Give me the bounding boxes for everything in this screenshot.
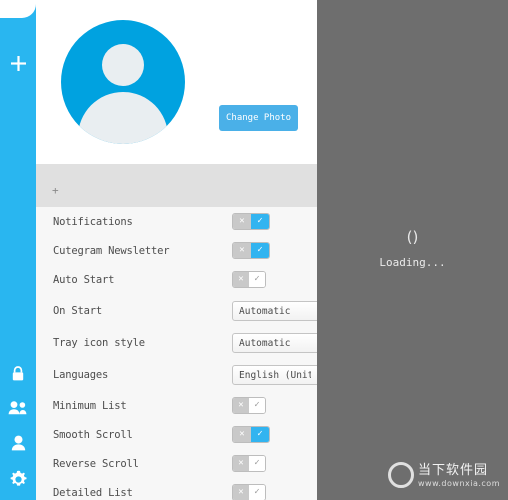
toggle-off-half: ✕ — [233, 214, 251, 229]
loading-spinner: () — [406, 228, 419, 246]
dropdown-value: English (Unit··· — [239, 370, 311, 381]
rail-corner-notch — [0, 0, 36, 18]
contacts-icon[interactable] — [0, 390, 36, 424]
toggle-off-half: ✕ — [233, 456, 249, 471]
detailed-list-toggle[interactable]: ✕ ✓ — [232, 484, 266, 500]
avatar-head — [102, 44, 144, 86]
toggle-off-half: ✕ — [233, 243, 251, 258]
watermark-logo-icon — [387, 462, 414, 488]
watermark-text: 当下软件园 www.downxia.com — [417, 462, 500, 488]
setting-label: Reverse Scroll — [53, 457, 139, 470]
toggle-off-half: ✕ — [233, 427, 251, 442]
notifications-toggle[interactable]: ✕ ✓ — [232, 213, 270, 230]
setting-row: Languages English (Unit··· — [36, 359, 317, 391]
toggle-off-half: ✕ — [233, 272, 249, 287]
setting-row: Tray icon style Automatic — [36, 327, 317, 359]
toggle-on-half: ✓ — [249, 485, 265, 500]
toggle-on-half: ✓ — [251, 243, 269, 258]
toggle-on-half: ✓ — [249, 398, 265, 413]
setting-label: Auto Start — [53, 273, 115, 286]
setting-label: On Start — [53, 304, 102, 317]
toggle-off-half: ✕ — [233, 485, 249, 500]
watermark-url: www.downxia.com — [417, 478, 500, 488]
change-photo-button[interactable]: Change Photo — [219, 105, 298, 131]
newsletter-toggle[interactable]: ✕ ✓ — [232, 242, 270, 259]
setting-label: Minimum List — [53, 399, 127, 412]
reverse-scroll-toggle[interactable]: ✕ ✓ — [232, 455, 266, 472]
setting-label: Cutegram Newsletter — [53, 244, 170, 257]
setting-row: Detailed List ✕ ✓ — [36, 478, 317, 500]
toggle-off-half: ✕ — [233, 398, 249, 413]
tray-icon-style-dropdown[interactable]: Automatic — [232, 333, 317, 353]
avatar[interactable] — [61, 20, 185, 144]
setting-label: Detailed List — [53, 486, 133, 499]
setting-row: On Start Automatic — [36, 294, 317, 327]
cutegram-settings-window: Change Photo + Notifications ✕ ✓ Cutegra… — [0, 0, 508, 500]
setting-row: Minimum List ✕ ✓ — [36, 391, 317, 420]
avatar-body — [78, 92, 168, 144]
setting-row: Cutegram Newsletter ✕ ✓ — [36, 236, 317, 265]
watermark: 当下软件园 www.downxia.com — [387, 462, 500, 488]
minimum-list-toggle[interactable]: ✕ ✓ — [232, 397, 266, 414]
left-icon-rail — [0, 0, 36, 500]
setting-row: Reverse Scroll ✕ ✓ — [36, 449, 317, 478]
toggle-on-half: ✓ — [251, 214, 269, 229]
setting-label: Languages — [53, 369, 109, 381]
setting-label: Notifications — [53, 215, 133, 228]
watermark-site-name: 当下软件园 — [417, 462, 488, 478]
setting-label: Tray icon style — [53, 337, 145, 349]
setting-label: Smooth Scroll — [53, 428, 133, 441]
setting-row: Auto Start ✕ ✓ — [36, 265, 317, 294]
add-icon[interactable] — [0, 46, 36, 80]
lock-icon[interactable] — [0, 356, 36, 390]
auto-start-toggle[interactable]: ✕ ✓ — [232, 271, 266, 288]
languages-dropdown[interactable]: English (Unit··· — [232, 365, 317, 385]
profile-name-placeholder: + — [52, 184, 59, 197]
dropdown-value: Automatic — [239, 338, 291, 349]
settings-icon[interactable] — [0, 462, 36, 496]
loading-label: Loading... — [379, 256, 446, 269]
on-start-dropdown[interactable]: Automatic — [232, 300, 317, 321]
smooth-scroll-toggle[interactable]: ✕ ✓ — [232, 426, 270, 443]
loading-pane: () Loading... 当下软件园 www.downxia.com — [317, 0, 508, 500]
toggle-on-half: ✓ — [249, 272, 265, 287]
profile-icon[interactable] — [0, 426, 36, 460]
setting-row: Notifications ✕ ✓ — [36, 207, 317, 236]
profile-cover: Change Photo — [36, 0, 317, 164]
toggle-on-half: ✓ — [249, 456, 265, 471]
settings-list: Notifications ✕ ✓ Cutegram Newsletter ✕ … — [36, 207, 317, 500]
profile-name-strip[interactable]: + — [36, 164, 317, 208]
toggle-on-half: ✓ — [251, 427, 269, 442]
dropdown-value: Automatic — [239, 305, 291, 317]
settings-panel: Change Photo + Notifications ✕ ✓ Cutegra… — [36, 0, 317, 500]
setting-row: Smooth Scroll ✕ ✓ — [36, 420, 317, 449]
